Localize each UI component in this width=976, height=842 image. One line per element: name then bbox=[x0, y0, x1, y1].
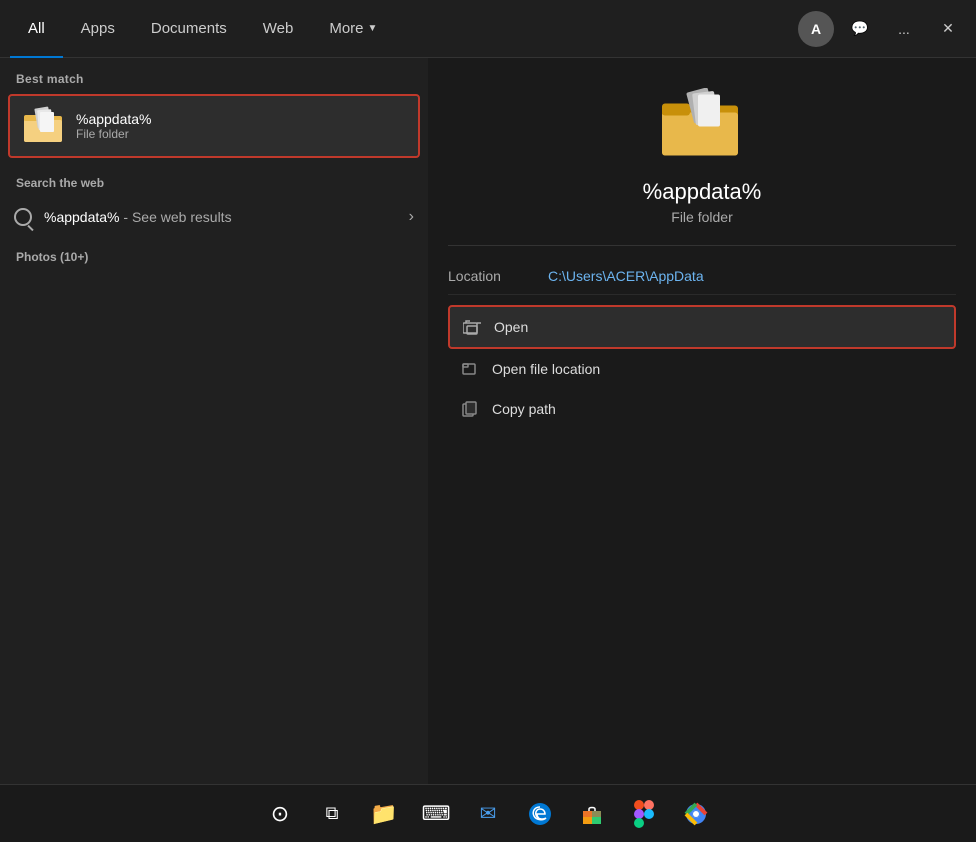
web-search-text: %appdata% - See web results bbox=[44, 209, 409, 225]
tab-documents[interactable]: Documents bbox=[133, 0, 245, 58]
copy-path-icon bbox=[460, 399, 480, 419]
action-open-file-location[interactable]: Open file location bbox=[448, 349, 956, 389]
taskbar-edge[interactable] bbox=[517, 791, 563, 837]
open-icon bbox=[462, 317, 482, 337]
feedback-button[interactable]: 💬 bbox=[842, 11, 878, 47]
detail-location-row: Location C:\Users\ACER\AppData bbox=[448, 258, 956, 295]
web-search-icon bbox=[14, 208, 32, 226]
folder-icon bbox=[24, 106, 64, 146]
avatar-letter: A bbox=[811, 21, 821, 37]
left-panel: Best match %appdata% File folder bbox=[0, 58, 428, 842]
close-icon: ✕ bbox=[942, 20, 954, 37]
best-match-item[interactable]: %appdata% File folder bbox=[8, 94, 420, 158]
taskbar-figma[interactable] bbox=[621, 791, 667, 837]
tab-documents-label: Documents bbox=[151, 20, 227, 37]
taskbar-file-explorer-icon: 📁 bbox=[370, 801, 397, 827]
action-copy-path[interactable]: Copy path bbox=[448, 389, 956, 429]
tab-more-label: More bbox=[329, 20, 363, 37]
detail-type: File folder bbox=[671, 209, 732, 225]
taskbar-keyboard[interactable]: ⌨ bbox=[413, 791, 459, 837]
close-button[interactable]: ✕ bbox=[930, 11, 966, 47]
best-match-type: File folder bbox=[76, 127, 152, 141]
taskbar-store[interactable] bbox=[569, 791, 615, 837]
taskbar-edge-icon bbox=[527, 801, 553, 827]
action-open-label: Open bbox=[494, 319, 528, 335]
photos-title: Photos (10+) bbox=[0, 236, 428, 272]
taskbar: ⊙ ⧉ 📁 ⌨ ✉ bbox=[0, 784, 976, 842]
more-arrow-icon: ▼ bbox=[368, 23, 378, 34]
tab-web-label: Web bbox=[263, 20, 294, 37]
feedback-icon: 💬 bbox=[851, 20, 868, 37]
tab-more[interactable]: More ▼ bbox=[311, 0, 395, 58]
tab-all[interactable]: All bbox=[10, 0, 63, 58]
location-label: Location bbox=[448, 268, 548, 284]
tab-apps-label: Apps bbox=[81, 20, 115, 37]
location-value[interactable]: C:\Users\ACER\AppData bbox=[548, 268, 704, 284]
taskbar-task-view-icon: ⧉ bbox=[326, 803, 339, 824]
action-list: Open Open file location bbox=[448, 305, 956, 429]
taskbar-search[interactable]: ⊙ bbox=[257, 791, 303, 837]
right-panel: %appdata% File folder Location C:\Users\… bbox=[428, 58, 976, 842]
best-match-name: %appdata% bbox=[76, 111, 152, 127]
taskbar-chrome[interactable] bbox=[673, 791, 719, 837]
taskbar-task-view[interactable]: ⧉ bbox=[309, 791, 355, 837]
action-open[interactable]: Open bbox=[448, 305, 956, 349]
nav-icons: A 💬 ... ✕ bbox=[798, 11, 966, 47]
taskbar-figma-icon bbox=[634, 800, 654, 828]
taskbar-chrome-icon bbox=[684, 802, 708, 826]
open-file-location-icon bbox=[460, 359, 480, 379]
best-match-title: Best match bbox=[0, 58, 428, 94]
web-search-query: %appdata% bbox=[44, 209, 120, 225]
taskbar-store-icon bbox=[580, 802, 604, 826]
taskbar-mail-icon: ✉ bbox=[480, 801, 497, 826]
taskbar-mail[interactable]: ✉ bbox=[465, 791, 511, 837]
tab-apps[interactable]: Apps bbox=[63, 0, 133, 58]
web-search-arrow-icon: › bbox=[409, 208, 414, 226]
top-nav: All Apps Documents Web More ▼ A 💬 ... bbox=[0, 0, 976, 58]
main-content: Best match %appdata% File folder bbox=[0, 58, 976, 842]
taskbar-file-explorer[interactable]: 📁 bbox=[361, 791, 407, 837]
detail-folder-icon bbox=[662, 88, 742, 163]
taskbar-search-icon: ⊙ bbox=[271, 801, 289, 827]
search-window: All Apps Documents Web More ▼ A 💬 ... bbox=[0, 0, 976, 842]
more-options-icon: ... bbox=[898, 21, 910, 37]
web-search-suffix: - See web results bbox=[120, 209, 232, 225]
detail-divider bbox=[448, 245, 956, 246]
web-search-title: Search the web bbox=[0, 158, 428, 198]
best-match-info: %appdata% File folder bbox=[76, 111, 152, 141]
web-search-item[interactable]: %appdata% - See web results › bbox=[0, 198, 428, 236]
avatar-button[interactable]: A bbox=[798, 11, 834, 47]
tab-web[interactable]: Web bbox=[245, 0, 312, 58]
more-options-button[interactable]: ... bbox=[886, 11, 922, 47]
taskbar-keyboard-icon: ⌨ bbox=[422, 801, 451, 826]
action-open-file-location-label: Open file location bbox=[492, 361, 600, 377]
action-copy-path-label: Copy path bbox=[492, 401, 556, 417]
detail-name: %appdata% bbox=[643, 179, 762, 205]
tab-all-label: All bbox=[28, 20, 45, 37]
